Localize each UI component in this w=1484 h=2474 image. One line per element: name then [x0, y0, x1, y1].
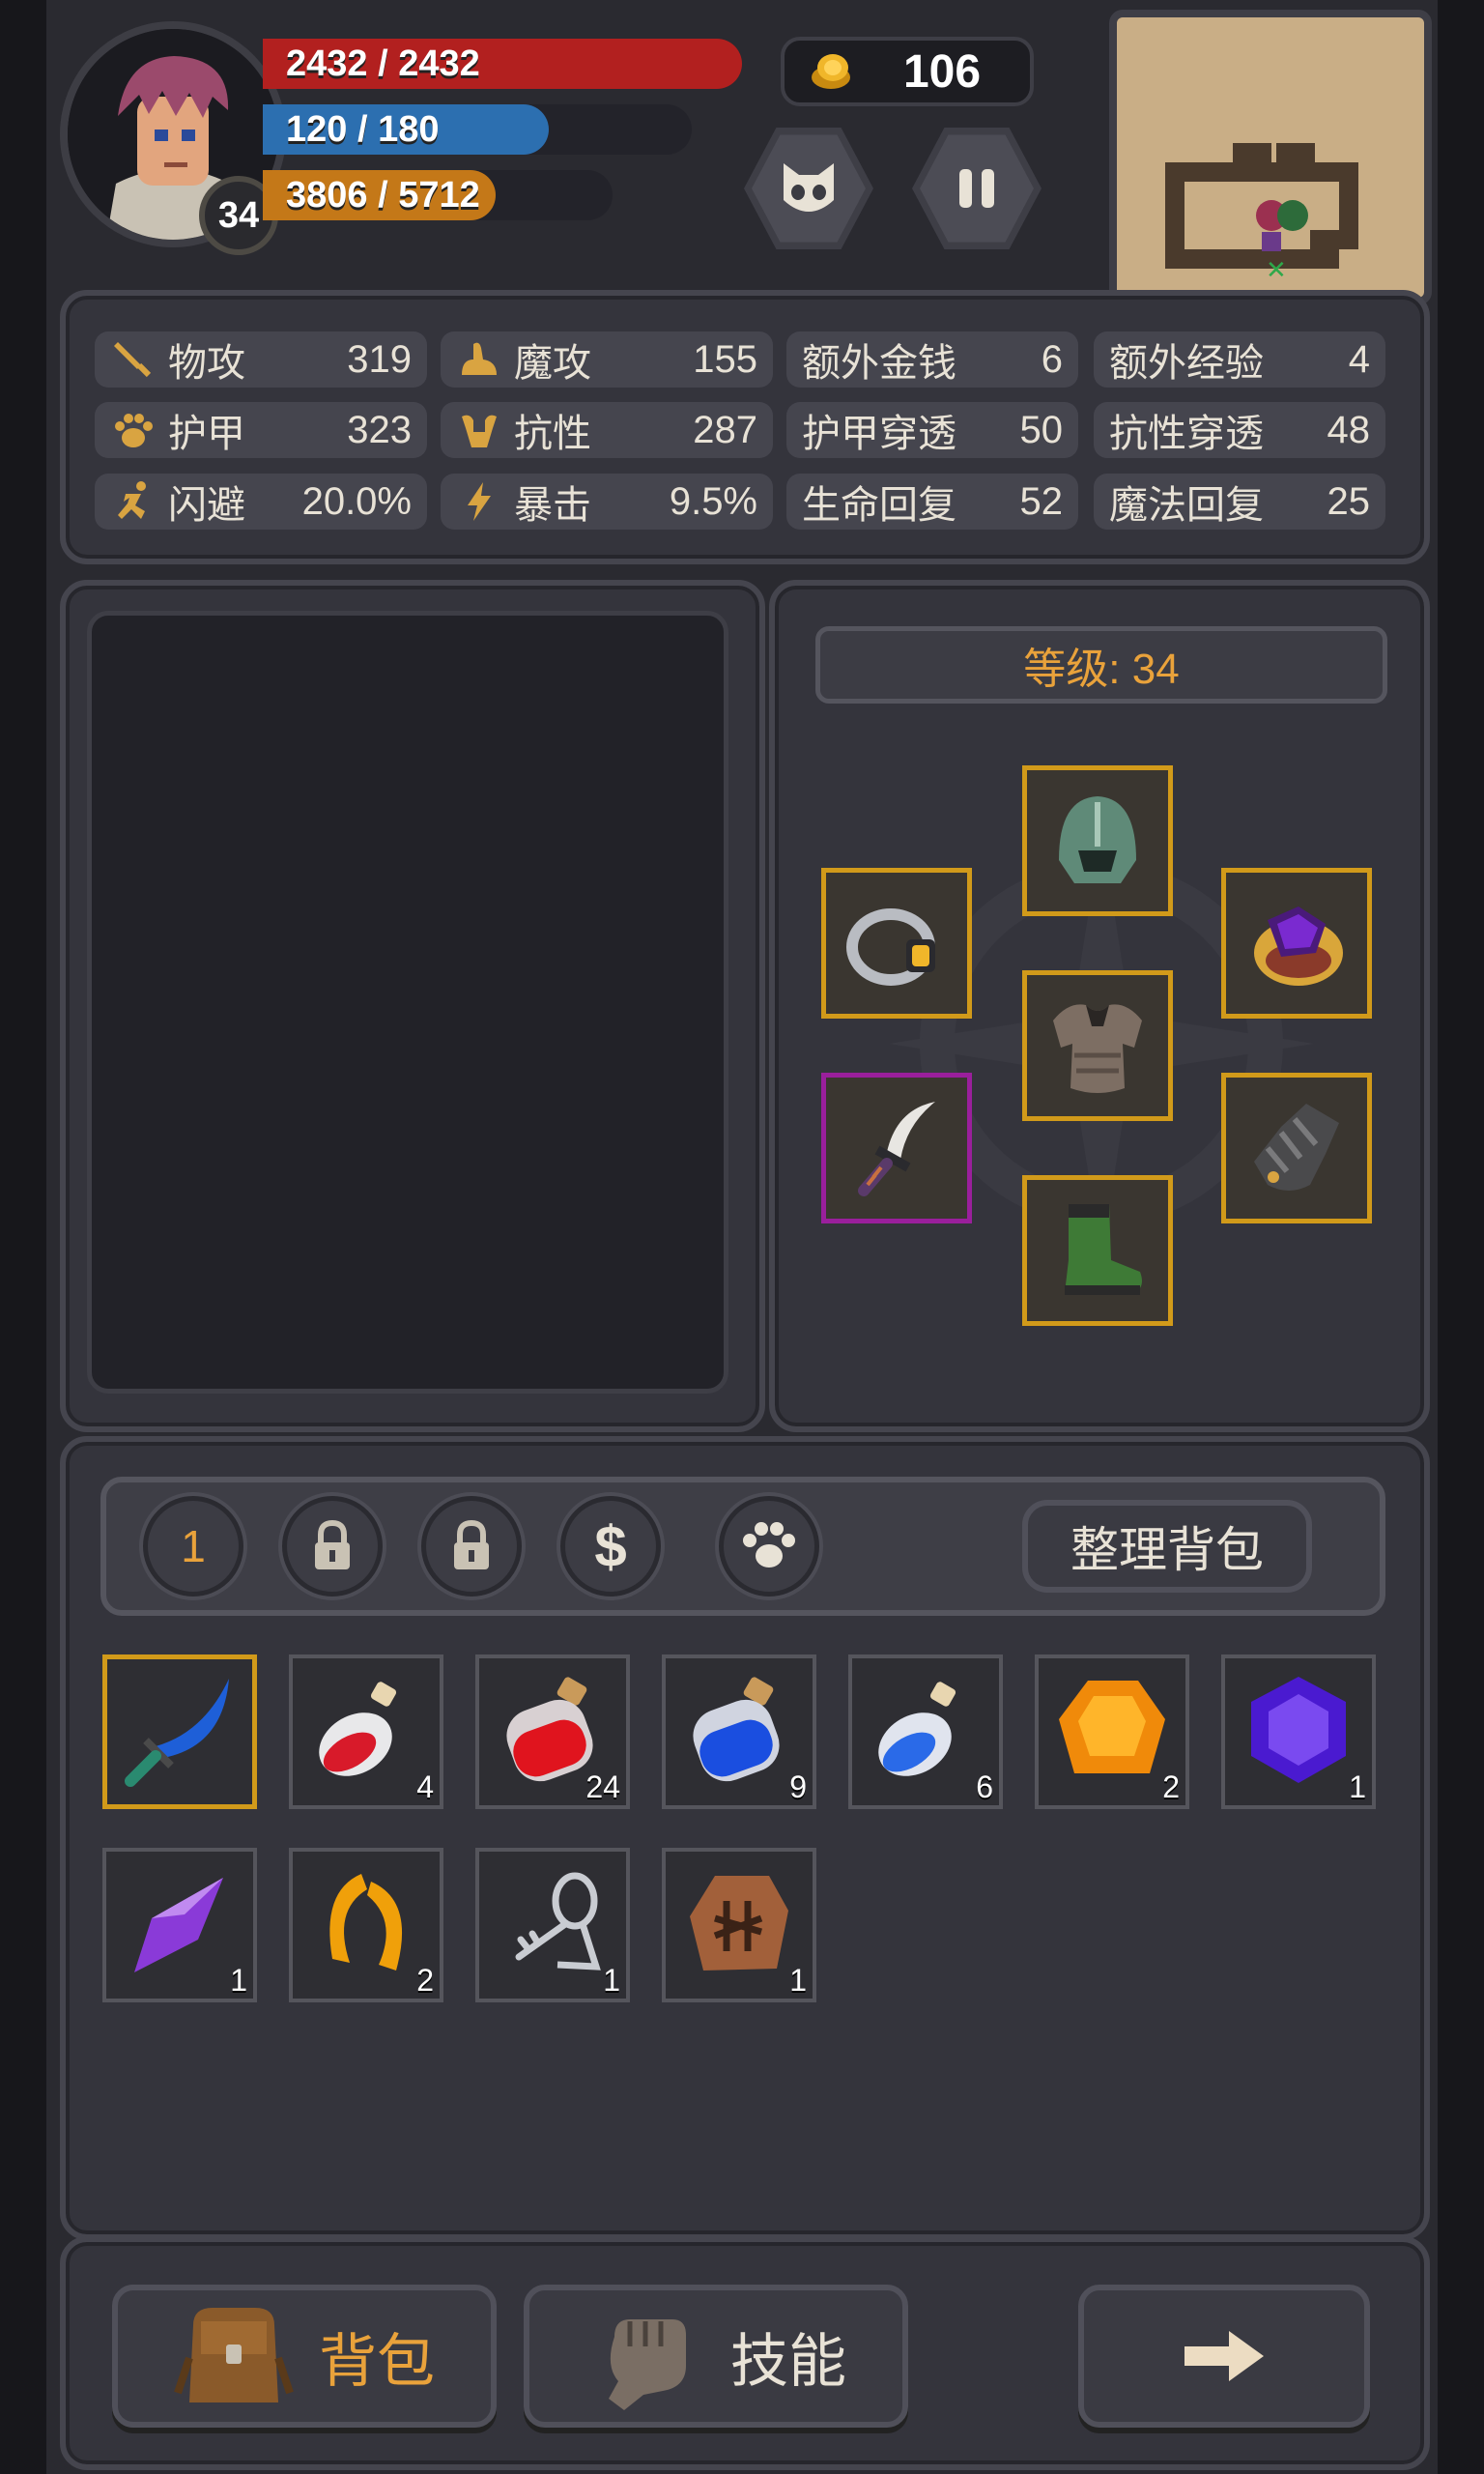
bag-item-red-potion-small[interactable]: 4 [289, 1654, 443, 1809]
key-icon [515, 1872, 601, 1971]
gold-amount: 106 [902, 45, 982, 98]
orange-gem-icon [1059, 1681, 1165, 1773]
weapon-slot[interactable] [821, 1073, 972, 1223]
magic-hand-icon [456, 336, 502, 383]
sort-bag-button[interactable]: 整理背包 [1022, 1500, 1312, 1593]
stat-resist-penetration: 抗性穿透 48 [1094, 402, 1385, 458]
stat-mp-regen: 魔法回复 25 [1094, 474, 1385, 530]
paw-armor-icon [110, 407, 157, 453]
gold-counter: 106 [781, 37, 1034, 106]
purple-gem-icon [1251, 1677, 1346, 1783]
bag-item-red-potion-large[interactable]: 24 [475, 1654, 630, 1809]
bag-item-blue-potion-large[interactable]: 9 [662, 1654, 816, 1809]
helmet-icon [1059, 796, 1136, 883]
armor-icon [1053, 1004, 1142, 1093]
stat-dodge: 闪避 20.0% [95, 474, 427, 530]
minimap-rooms: ✕ [1165, 143, 1358, 284]
curved-dagger-icon [125, 1679, 229, 1787]
bag-item-blue-potion-small[interactable]: 6 [848, 1654, 1003, 1809]
bag-tab-1[interactable]: 1 [143, 1496, 243, 1597]
bag-tab-locked-2[interactable] [421, 1496, 522, 1597]
stairs-marker-icon [1262, 232, 1281, 251]
amulet-slot[interactable] [1221, 868, 1372, 1019]
gauntlet-icon [1254, 1104, 1339, 1191]
bag-tab-locked-1[interactable] [282, 1496, 383, 1597]
skill-nav-button[interactable]: 技能 [524, 2285, 908, 2428]
gold-coin-icon [808, 48, 854, 95]
sword-icon [110, 336, 157, 383]
exit-marker-icon: ✕ [1266, 255, 1287, 284]
helmet-slot[interactable] [1022, 765, 1173, 916]
stat-armor-penetration: 护甲穿透 50 [786, 402, 1078, 458]
stat-critical: 暴击 9.5% [441, 474, 773, 530]
hp-text: 2432 / 2432 [286, 43, 480, 84]
paw-icon [743, 1522, 795, 1568]
stat-hp-regen: 生命回复 52 [786, 474, 1078, 530]
bag-item-curved-dagger[interactable] [102, 1654, 257, 1809]
xp-bar: 3806 / 5712 [263, 170, 496, 220]
gem-ring-icon [1254, 906, 1343, 986]
claw-icon [329, 1874, 403, 1971]
monster-face-icon [784, 163, 834, 212]
muscle-icon [456, 407, 502, 453]
gloves-slot[interactable] [1221, 1073, 1372, 1223]
bag-tab-sell[interactable]: $ [560, 1496, 661, 1597]
ring-icon [846, 908, 935, 986]
stat-armor: 护甲 323 [95, 402, 427, 458]
ring-slot[interactable] [821, 868, 972, 1019]
dollar-icon: $ [594, 1513, 627, 1579]
bag-item-key[interactable]: 1 [475, 1848, 630, 2002]
stat-resistance: 抗性 287 [441, 402, 773, 458]
bag-item-orange-gem[interactable]: 2 [1035, 1654, 1189, 1809]
crystal-shard-icon [134, 1878, 223, 1972]
xp-text: 3806 / 5712 [286, 174, 480, 216]
stat-magic-attack: 魔攻 155 [441, 331, 773, 388]
bag-nav-button[interactable]: 背包 [112, 2285, 497, 2428]
mp-bar: 120 / 180 [263, 104, 549, 155]
dagger-icon [858, 1102, 935, 1196]
blue-potion-large-icon [693, 1677, 780, 1782]
fist-icon [609, 2319, 686, 2410]
blue-potion-small-icon [878, 1682, 956, 1776]
armor-slot[interactable] [1022, 970, 1173, 1121]
boots-slot[interactable] [1022, 1175, 1173, 1326]
red-potion-small-icon [319, 1682, 397, 1776]
next-arrow-button[interactable] [1078, 2285, 1370, 2428]
stat-extra-gold: 额外金钱 6 [786, 331, 1078, 388]
character-level-label: 等级: 34 [815, 626, 1387, 704]
mp-text: 120 / 180 [286, 108, 440, 150]
monster-marker-icon [1277, 200, 1308, 231]
lightning-icon [456, 478, 502, 525]
bag-item-purple-gem[interactable]: 1 [1221, 1654, 1376, 1809]
stat-extra-exp: 额外经验 4 [1094, 331, 1385, 388]
minimap[interactable]: ✕ [1109, 10, 1432, 305]
rune-stone-icon [690, 1876, 788, 1971]
bag-item-crystal-shard[interactable]: 1 [102, 1848, 257, 2002]
arrow-right-icon [1184, 2331, 1264, 2381]
pause-icon [959, 169, 994, 208]
hp-bar: 2432 / 2432 [263, 39, 742, 89]
item-detail-box [87, 611, 728, 1394]
backpack-icon [174, 2308, 294, 2402]
boots-icon [1065, 1204, 1142, 1295]
running-icon [110, 478, 157, 525]
bag-tab-pets[interactable] [719, 1496, 819, 1597]
lock-icon [454, 1519, 489, 1569]
bag-item-claw[interactable]: 2 [289, 1848, 443, 2002]
lock-icon [315, 1519, 350, 1569]
bag-item-rune-stone[interactable]: 1 [662, 1848, 816, 2002]
stat-physical-attack: 物攻 319 [95, 331, 427, 388]
